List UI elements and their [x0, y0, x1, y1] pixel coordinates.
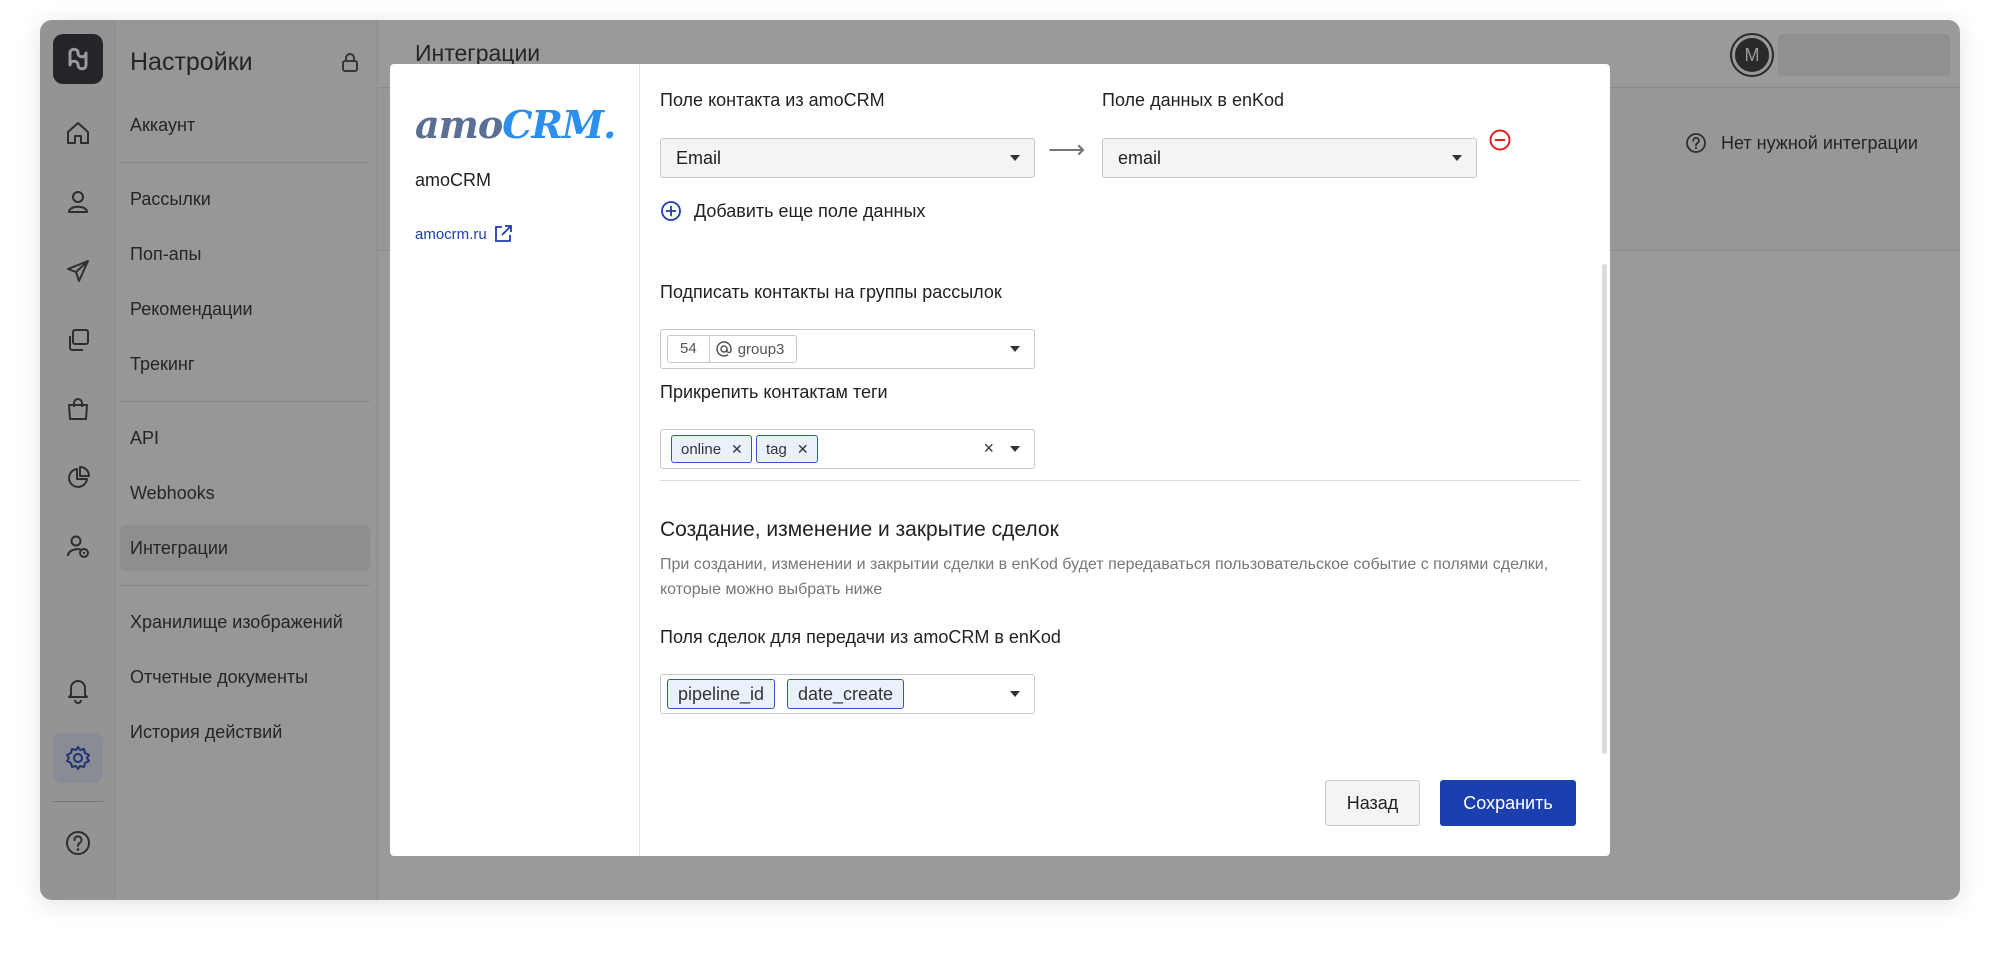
deal-fields-select[interactable]: pipeline_id date_create	[660, 674, 1035, 714]
deal-fields-label: Поля сделок для передачи из amoCRM в enK…	[660, 627, 1061, 647]
deals-section-description: При создании, изменении и закрытии сделк…	[660, 556, 1549, 598]
save-button[interactable]: Сохранить	[1440, 780, 1576, 826]
app-window: Настройки Аккаунт Рассылки Поп-апы Реком…	[40, 20, 1960, 900]
tag-label: online	[681, 440, 722, 458]
subscribe-groups-label: Подписать контакты на группы рассылок	[660, 282, 1002, 302]
group-name: group3	[737, 340, 785, 358]
contact-field-value: Email	[676, 147, 722, 168]
close-icon[interactable]: ✕	[731, 441, 743, 458]
integration-link-label: amocrm.ru	[415, 225, 487, 243]
data-field-label: Поле данных в enKod	[1102, 90, 1285, 110]
tags-label: Прикрепить контактам теги	[660, 382, 888, 402]
group-label-wrap: group3	[710, 341, 797, 358]
remove-field-icon[interactable]	[1488, 128, 1512, 152]
add-field-button[interactable]: Добавить еще поле данных	[660, 200, 925, 222]
contact-field-label: Поле контакта из amoCRM	[660, 90, 885, 110]
data-field-select[interactable]: email	[1102, 138, 1477, 178]
amocrm-logo: amoCRM.	[415, 102, 616, 147]
close-icon[interactable]: ✕	[797, 441, 809, 458]
integration-settings-form: Поле контакта из amoCRM Поле данных в en…	[640, 64, 1610, 856]
tag-chip[interactable]: tag ✕	[756, 435, 818, 463]
clear-all-icon[interactable]: ×	[983, 438, 994, 459]
integration-link[interactable]: amocrm.ru	[415, 224, 513, 244]
external-link-icon	[494, 225, 512, 242]
chevron-down-icon	[1010, 446, 1020, 452]
tag-label: tag	[766, 440, 787, 458]
deal-field-chip[interactable]: date_create	[787, 679, 905, 709]
contact-field-select[interactable]: Email	[660, 138, 1035, 178]
group-id: 54	[668, 336, 710, 362]
at-icon	[715, 341, 732, 357]
scrollbar[interactable]	[1602, 264, 1607, 754]
back-button[interactable]: Назад	[1325, 780, 1420, 826]
integration-name: amoCRM	[415, 170, 492, 190]
plus-circle-icon	[661, 201, 681, 221]
chevron-down-icon	[1010, 691, 1020, 697]
subscribe-groups-select[interactable]: 54 group3	[660, 329, 1035, 369]
group-chip[interactable]: 54 group3	[667, 335, 798, 363]
chevron-down-icon	[1452, 155, 1462, 161]
chevron-down-icon	[1010, 346, 1020, 352]
section-divider	[660, 480, 1580, 481]
tag-chip[interactable]: online ✕	[671, 435, 752, 463]
mapping-arrow-icon: ⟶	[1048, 134, 1086, 164]
data-field-value: email	[1118, 147, 1162, 168]
integration-modal: amoCRM. amoCRM amocrm.ru Поле контакта и…	[390, 64, 1610, 856]
chevron-down-icon	[1010, 155, 1020, 161]
integration-info-panel: amoCRM. amoCRM amocrm.ru	[390, 64, 640, 856]
deal-field-chip[interactable]: pipeline_id	[667, 679, 776, 709]
add-field-label: Добавить еще поле данных	[694, 200, 926, 221]
deals-section-title: Создание, изменение и закрытие сделок	[660, 518, 1059, 541]
tags-select[interactable]: online ✕ tag ✕ ×	[660, 429, 1035, 469]
